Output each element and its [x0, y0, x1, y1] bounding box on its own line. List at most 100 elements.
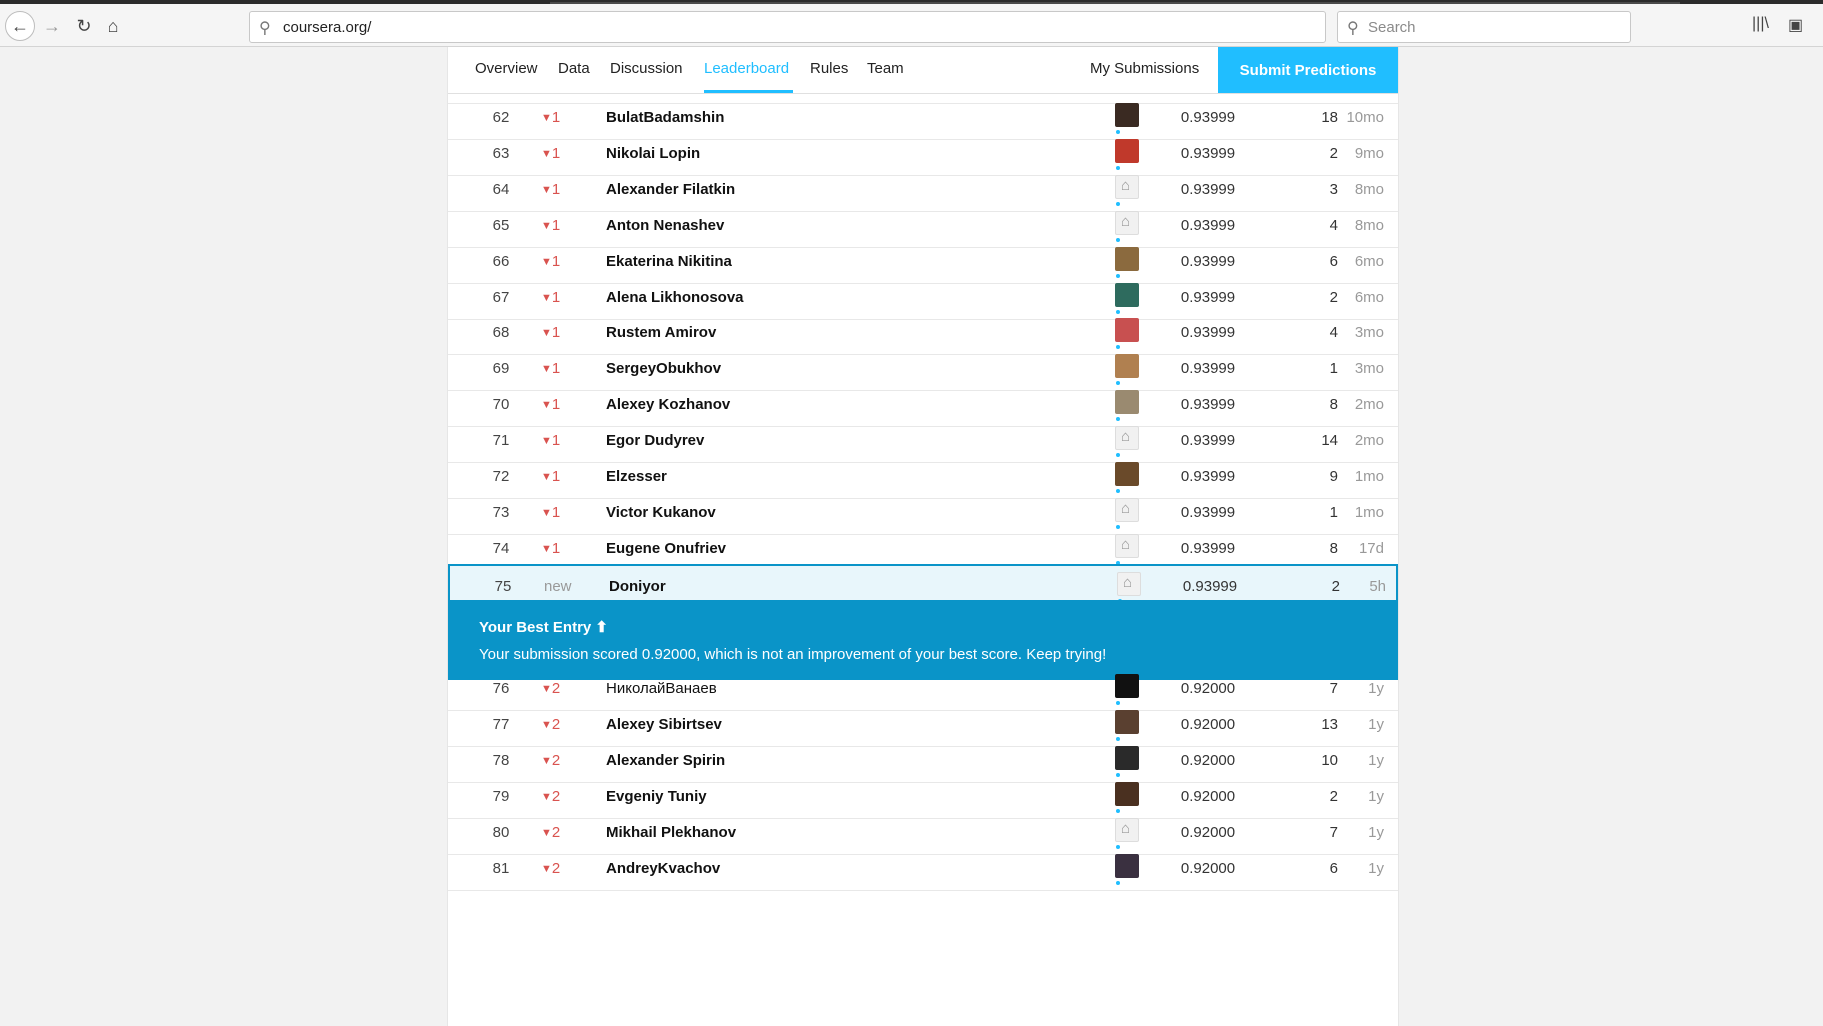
down-arrow-icon: ▼ [541, 291, 552, 304]
team-name-link[interactable]: Alexander Spirin [606, 752, 725, 769]
reload-icon[interactable]: ↻ [70, 12, 98, 40]
tab-leaderboard[interactable]: Leaderboard [704, 60, 789, 77]
team-name-link[interactable]: AndreyKvachov [606, 860, 720, 877]
rank-change-cell: ▼2 [541, 680, 581, 697]
team-name-link[interactable]: НиколайВанаев [606, 680, 717, 697]
team-name-link[interactable]: Egor Dudyrev [606, 432, 704, 449]
rank-cell: 70 [492, 396, 510, 414]
sidebar-icon[interactable]: ▣ [1788, 15, 1803, 35]
down-arrow-icon: ▼ [541, 682, 552, 695]
rank-change-value: 1 [551, 288, 561, 306]
rank-change-cell: ▼1 [541, 324, 581, 341]
avatar[interactable] [1115, 246, 1139, 271]
rank-cell: 64 [492, 180, 510, 198]
rank-cell: 75 [494, 577, 512, 595]
team-name-link[interactable]: BulatBadamshin [606, 109, 724, 126]
avatar[interactable] [1115, 210, 1139, 235]
score-cell: 0.93999 [1180, 109, 1236, 126]
entries-cell: 4 [1329, 216, 1338, 234]
team-name-link[interactable]: Doniyor [609, 578, 666, 595]
rank-change-value: 1 [551, 503, 561, 521]
avatar[interactable] [1115, 318, 1139, 343]
down-arrow-icon: ▼ [541, 219, 552, 232]
avatar[interactable] [1115, 533, 1139, 558]
team-name-link[interactable]: Nikolai Lopin [606, 145, 700, 162]
tab-data[interactable]: Data [558, 60, 590, 77]
down-arrow-icon: ▼ [541, 183, 552, 196]
last-submission-cell: 6mo [1354, 288, 1384, 306]
team-name-link[interactable]: Mikhail Plekhanov [606, 824, 736, 841]
team-name-link[interactable]: Alena Likhonosova [606, 289, 744, 306]
avatar[interactable] [1115, 462, 1139, 486]
avatar[interactable] [1115, 354, 1139, 379]
home-icon[interactable]: ⌂ [99, 12, 127, 40]
team-name-link[interactable]: SergeyObukhov [606, 360, 721, 377]
rank-change-cell: ▼2 [541, 788, 581, 805]
team-name-link[interactable]: Anton Nenashev [606, 217, 724, 234]
avatar[interactable] [1115, 817, 1139, 842]
down-arrow-icon: ▼ [541, 327, 552, 340]
avatar[interactable] [1115, 745, 1139, 770]
team-name-link[interactable]: Alexander Filatkin [606, 181, 735, 198]
tab-overview[interactable]: Overview [475, 60, 538, 77]
entries-cell: 8 [1329, 396, 1338, 414]
avatar[interactable] [1115, 174, 1139, 199]
url-bar[interactable]: ⚲ coursera.org/ [249, 11, 1326, 43]
rank-change-value: 1 [551, 144, 561, 162]
rank-change-value: 2 [551, 715, 561, 733]
team-name-link[interactable]: Alexey Kozhanov [606, 396, 730, 413]
rank-change-cell: ▼1 [541, 504, 581, 521]
rank-change-cell: ▼1 [541, 253, 581, 270]
team-name-link[interactable]: Eugene Onufriev [606, 540, 726, 557]
avatar[interactable] [1115, 138, 1139, 163]
search-placeholder: Search [1368, 19, 1416, 36]
team-name-link[interactable]: Rustem Amirov [606, 324, 716, 341]
score-cell: 0.92000 [1180, 715, 1236, 733]
avatar[interactable] [1115, 426, 1139, 451]
rank-change-value: 1 [551, 180, 561, 198]
tab-team[interactable]: Team [867, 60, 904, 77]
team-name-link[interactable]: Ekaterina Nikitina [606, 253, 732, 270]
team-name-link[interactable]: Elzesser [606, 468, 667, 485]
rank-change-value: 2 [551, 679, 561, 697]
avatar[interactable] [1115, 282, 1139, 307]
avatar[interactable] [1115, 390, 1139, 415]
last-submission-cell: 2mo [1354, 432, 1384, 450]
avatar[interactable] [1115, 497, 1139, 522]
back-icon[interactable]: ← [5, 11, 35, 41]
rank-change-value: 1 [551, 360, 561, 378]
avatar[interactable] [1115, 103, 1139, 127]
tab-rules[interactable]: Rules [810, 60, 848, 77]
avatar[interactable] [1117, 571, 1141, 596]
last-submission-cell: 1mo [1354, 468, 1384, 485]
rank-change-cell: ▼1 [541, 432, 581, 449]
tab-discussion[interactable]: Discussion [610, 60, 683, 77]
rank-cell: 62 [492, 109, 510, 126]
rank-change-value: 2 [551, 787, 561, 805]
rank-cell: 79 [492, 787, 510, 805]
entries-cell: 10 [1321, 751, 1338, 769]
search-input[interactable]: ⚲ Search [1337, 11, 1631, 43]
active-tab-indicator [704, 90, 793, 93]
tier-dot-icon [1116, 880, 1120, 885]
avatar[interactable] [1115, 709, 1139, 734]
entries-cell: 18 [1321, 109, 1338, 126]
avatar[interactable] [1115, 853, 1139, 878]
submit-predictions-button[interactable]: Submit Predictions [1218, 47, 1398, 93]
entries-cell: 2 [1329, 787, 1338, 805]
team-name-link[interactable]: Alexey Sibirtsev [606, 716, 722, 733]
rank-change-cell: ▼1 [541, 289, 581, 306]
avatar[interactable] [1115, 673, 1139, 698]
library-icon[interactable]: |||\ [1752, 15, 1769, 33]
rank-cell: 77 [492, 715, 510, 733]
team-name-link[interactable]: Evgeniy Tuniy [606, 788, 707, 805]
team-name-link[interactable]: Victor Kukanov [606, 504, 716, 521]
my-submissions-link[interactable]: My Submissions [1090, 60, 1199, 77]
avatar[interactable] [1115, 781, 1139, 806]
entries-cell: 8 [1329, 539, 1338, 557]
rank-cell: 78 [492, 751, 510, 769]
entries-cell: 4 [1329, 324, 1338, 342]
entries-cell: 2 [1329, 288, 1338, 306]
forward-icon[interactable]: → [38, 12, 66, 40]
rank-change-value: 1 [551, 432, 561, 450]
